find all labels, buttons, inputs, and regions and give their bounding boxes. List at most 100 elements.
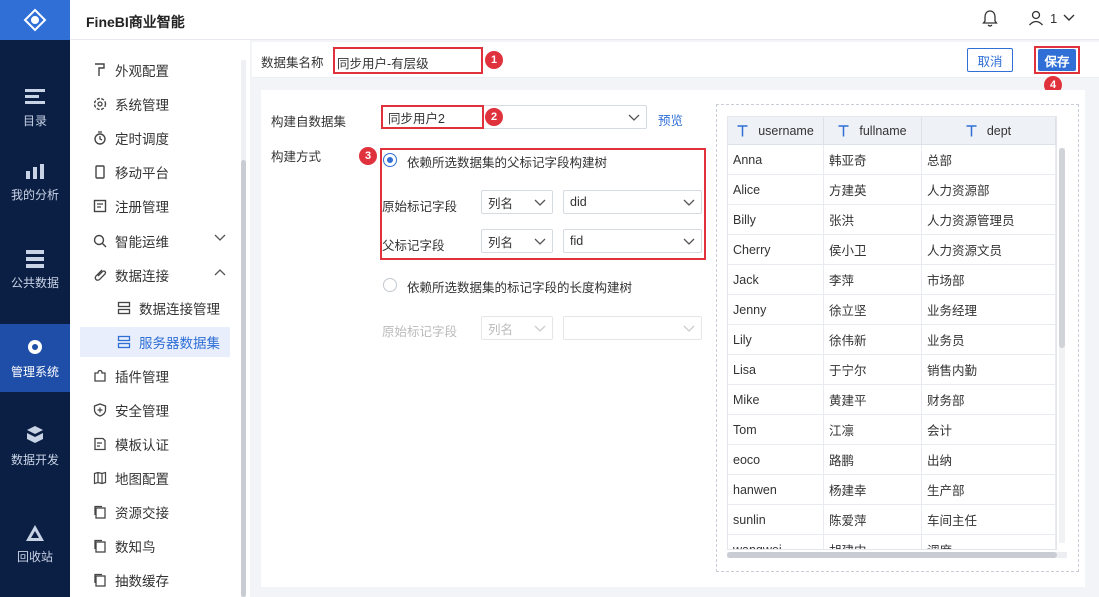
text-type-icon [838,124,849,136]
preview-link[interactable]: 预览 [658,110,683,129]
sidebar-item-label: 智能运维 [115,235,169,250]
table-row[interactable]: Billy 张洪 人力资源管理员 [728,205,1056,235]
build-method-label: 构建方式 [271,150,322,164]
table-vertical-scrollbar[interactable] [1059,148,1065,543]
preview-table: username fullname dept Anna 韩亚奇 总部 Alice 方建英… [727,116,1057,550]
table-row[interactable]: Lily 徐伟新 业务员 [728,325,1056,355]
column-header-username[interactable]: username [728,117,824,144]
column-header-dept[interactable]: dept [922,117,1056,144]
table-horizontal-scrollbar[interactable] [727,552,1067,558]
table-row[interactable]: Jenny 徐立坚 业务经理 [728,295,1056,325]
method2-radio[interactable] [383,278,397,292]
table-cell: Mike [728,385,824,414]
table-row[interactable]: Lisa 于宁尔 销售内勤 [728,355,1056,385]
timer-icon [92,130,108,146]
orig-field-column-select[interactable]: 列名 [481,190,553,214]
table-row[interactable]: sunlin 陈爱萍 车间主任 [728,505,1056,535]
table-row[interactable]: wangwei胡建中调度 [728,535,1056,549]
scrollbar-thumb[interactable] [1059,148,1065,348]
sidebar-item-system[interactable]: 系统管理 [70,89,240,119]
ops-icon [92,233,108,249]
save-button[interactable]: 保存 [1038,49,1076,71]
table-cell: 于宁尔 [824,355,922,384]
nav-my-analysis[interactable]: 我的分析 [0,148,70,216]
dataset-name-input[interactable]: 同步用户-有层级 [337,53,429,72]
sidebar-item-cache[interactable]: 抽数缓存 [70,565,240,595]
scrollbar-thumb[interactable] [727,552,1057,558]
table-row[interactable]: eoco 路鹏 出纳 [728,445,1056,475]
sidebar-scrollbar[interactable] [241,60,246,597]
sidebar-item-label: 移动平台 [115,166,169,181]
logo-icon [23,8,47,32]
table-cell: 市场部 [922,265,1056,294]
table-cell: 出纳 [922,445,1056,474]
step-badge-2: 2 [485,108,503,126]
highlight-box-2 [381,105,484,129]
chevron-down-icon [683,199,695,206]
nav-label: 数据开发 [10,452,59,467]
source-dataset-label: 构建自数据集 [271,115,347,129]
appearance-icon [92,62,108,78]
nav-data-dev[interactable]: 数据开发 [0,412,70,480]
cancel-button[interactable]: 取消 [967,48,1013,72]
sidebar-item-label: 定时调度 [115,132,169,147]
link-icon [92,267,108,283]
table-row[interactable]: hanwen 杨建幸 生产部 [728,475,1056,505]
sidebar-item-label: 抽数缓存 [115,574,169,589]
column-select-value: 列名 [488,196,514,211]
table-cell: 会计 [922,415,1056,444]
sidebar-item-plugin[interactable]: 插件管理 [70,361,240,391]
method1-label: 依赖所选数据集的父标记字段构建树 [407,156,608,170]
scrollbar-thumb[interactable] [241,160,246,597]
table-cell: Lily [728,325,824,354]
column-name: fullname [859,123,907,138]
table-cell: 总部 [922,145,1056,174]
orig-field-value-select[interactable]: did [563,190,702,214]
table-cell: 业务经理 [922,295,1056,324]
method2-column-select: 列名 [481,316,553,340]
user-menu[interactable]: 1 [1028,10,1075,26]
nav-recycle-bin[interactable]: 回收站 [0,510,70,578]
table-cell: 调度 [922,535,1056,549]
sidebar-item-template-cert[interactable]: 模板认证 [70,429,240,459]
parent-field-column-select[interactable]: 列名 [481,229,553,253]
table-row[interactable]: Mike 黄建平 财务部 [728,385,1056,415]
method1-radio[interactable] [383,153,397,167]
chevron-down-icon [683,238,695,245]
sidebar-item-connection-manage[interactable]: 数据连接管理 [70,293,240,323]
sidebar-item-resource[interactable]: 资源交接 [70,497,240,527]
nav-management[interactable]: 管理系统 [0,324,70,392]
table-cell: 黄建平 [824,385,922,414]
table-row[interactable]: Jack 李萍 市场部 [728,265,1056,295]
bird-icon [92,538,108,554]
table-cell: Billy [728,205,824,234]
column-header-fullname[interactable]: fullname [824,117,922,144]
parent-field-label: 父标记字段 [382,239,445,253]
nav-directory[interactable]: 目录 [0,74,70,142]
sidebar-item-label: 数据连接管理 [139,302,220,317]
sidebar-item-bird[interactable]: 数知鸟 [70,531,240,561]
sidebar-item-appearance[interactable]: 外观配置 [70,55,240,85]
column-select-value: 列名 [488,235,514,250]
sidebar-item-server-dataset[interactable]: 服务器数据集 [80,327,230,357]
notification-button[interactable] [982,10,998,31]
sidebar-item-mobile[interactable]: 移动平台 [70,157,240,187]
method2-value-select [563,316,702,340]
sidebar-item-data-connection[interactable]: 数据连接 [70,260,240,290]
step-badge-3: 3 [359,147,377,165]
nav-public-data[interactable]: 公共数据 [0,236,70,304]
table-row[interactable]: Alice 方建英 人力资源部 [728,175,1056,205]
parent-field-value-select[interactable]: fid [563,229,702,253]
sidebar-item-ops[interactable]: 智能运维 [70,226,240,256]
plugin-icon [92,368,108,384]
table-cell: 财务部 [922,385,1056,414]
table-row[interactable]: Cherry 侯小卫 人力资源文员 [728,235,1056,265]
sidebar-item-register[interactable]: 注册管理 [70,191,240,221]
map-icon [92,470,108,486]
sidebar-item-security[interactable]: 安全管理 [70,395,240,425]
table-row[interactable]: Anna 韩亚奇 总部 [728,145,1056,175]
app-logo[interactable] [0,0,70,40]
sidebar-item-schedule[interactable]: 定时调度 [70,123,240,153]
sidebar-item-map[interactable]: 地图配置 [70,463,240,493]
table-row[interactable]: Tom 江凛 会计 [728,415,1056,445]
